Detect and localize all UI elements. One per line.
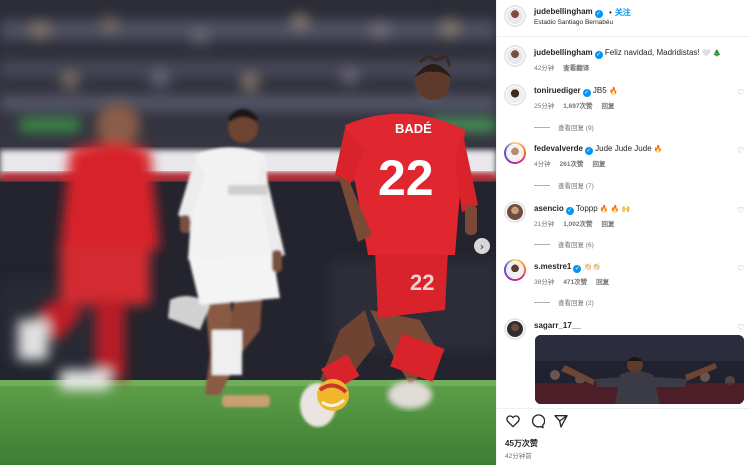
follow-button[interactable]: • 关注 [609, 7, 631, 18]
comment-text: Toppp [575, 204, 598, 213]
comment-likes[interactable]: 1,697次赞 [563, 103, 592, 110]
comment-1: toniruediger ✓ JB5 🔥 [534, 86, 618, 97]
comment-time: 4分钟 [534, 161, 551, 168]
svg-text:22: 22 [410, 270, 434, 295]
comment-3-meta: 21分钟 1,002次赞 回复 [534, 218, 624, 228]
comment-username[interactable]: sagarr_17__ [534, 321, 581, 330]
instagram-post-view: 22 22 BADÉ › judebellingham ✓ • 关注 Estad… [0, 0, 750, 465]
comment-likes[interactable]: 471次赞 [563, 279, 587, 286]
shirt-name: BADÉ [395, 121, 432, 136]
verified-icon: ✓ [573, 265, 582, 273]
caption-emoji: 🤍 🎄 [701, 49, 722, 57]
comment-avatar[interactable] [504, 318, 526, 340]
comment-image[interactable] [535, 335, 744, 404]
shirt-number: 22 [378, 150, 434, 206]
author-username[interactable]: judebellingham ✓ [534, 7, 603, 18]
reply-button[interactable]: 回复 [592, 161, 605, 168]
comment-photo-illustration [535, 335, 744, 404]
reply-divider [534, 302, 550, 303]
view-replies-2[interactable]: 查看回复 (7) [534, 180, 594, 190]
comment-time: 21分钟 [534, 221, 555, 228]
reply-button[interactable]: 回复 [596, 279, 609, 286]
comment-2-meta: 4分钟 261次赞 回复 [534, 158, 614, 168]
comment-text: Jude Jude Jude [595, 144, 652, 153]
follow-label[interactable]: 关注 [615, 8, 631, 17]
reply-button[interactable]: 回复 [602, 103, 615, 110]
view-replies-label[interactable]: 查看回复 (9) [558, 125, 594, 132]
comment-emoji: 👏🏻👏🏻 [583, 263, 602, 271]
comment-avatar[interactable] [504, 259, 526, 281]
reply-divider [534, 244, 550, 245]
next-photo-button[interactable]: › [474, 238, 490, 254]
caption-time: 42分钟 [534, 65, 555, 72]
comment-emoji: 🔥 🔥 🙌 [599, 205, 631, 213]
comment-likes[interactable]: 1,002次赞 [563, 221, 592, 228]
comment-username[interactable]: s.mestre1 [534, 262, 571, 271]
post-actions-bar: 45万次赞 42分钟前 [497, 408, 750, 465]
dot-separator: • [609, 8, 612, 17]
comment-text: JB5 [592, 86, 607, 95]
comment-time: 38分钟 [534, 279, 555, 286]
comment-5: sagarr_17__ [534, 321, 581, 330]
comment-4-meta: 38分钟 471次赞 回复 [534, 276, 618, 286]
verified-icon: ✓ [584, 147, 593, 155]
post-photo[interactable]: 22 22 BADÉ › [0, 0, 496, 465]
view-replies-label[interactable]: 查看回复 (6) [558, 242, 594, 249]
heart-icon[interactable]: ♡ [737, 146, 746, 155]
comment-icon[interactable] [529, 413, 545, 429]
verified-icon: ✓ [594, 51, 603, 59]
share-icon[interactable] [553, 413, 569, 429]
comment-avatar[interactable] [504, 201, 526, 223]
comment-3: asencio ✓ Toppp 🔥 🔥 🙌 [534, 204, 631, 215]
reply-divider [534, 127, 550, 128]
caption-text: Feliz navidad, Madridistas! [604, 48, 700, 57]
comment-username[interactable]: asencio [534, 204, 564, 213]
post-time: 42分钟前 [505, 453, 532, 460]
author-username-text[interactable]: judebellingham [534, 7, 593, 16]
reply-button[interactable]: 回复 [602, 221, 615, 228]
caption-username[interactable]: judebellingham [534, 48, 593, 57]
comment-4: s.mestre1 ✓ 👏🏻👏🏻 [534, 262, 601, 273]
verified-icon: ✓ [582, 89, 591, 97]
verified-icon: ✓ [565, 207, 574, 215]
caption-meta: 42分钟 查看翻译 [534, 62, 598, 72]
reply-divider [534, 185, 550, 186]
view-replies-3[interactable]: 查看回复 (6) [534, 239, 594, 249]
comment-emoji: 🔥 [608, 87, 618, 95]
view-replies-label[interactable]: 查看回复 (2) [558, 300, 594, 307]
heart-icon[interactable]: ♡ [737, 264, 746, 273]
match-photo-illustration: 22 22 BADÉ [0, 0, 496, 465]
post-location[interactable]: Estadio Santiago Bernabéu [534, 19, 613, 26]
verified-icon: ✓ [594, 10, 603, 18]
heart-icon[interactable]: ♡ [737, 206, 746, 215]
post-header: judebellingham ✓ • 关注 Estadio Santiago Ber… [497, 0, 750, 37]
caption-avatar[interactable] [504, 45, 526, 67]
heart-icon[interactable] [505, 413, 521, 429]
caption: judebellingham ✓ Feliz navidad, Madridist… [534, 48, 722, 59]
author-avatar[interactable] [504, 5, 526, 27]
comment-1-meta: 25分钟 1,697次赞 回复 [534, 100, 624, 110]
comment-avatar[interactable] [504, 84, 526, 106]
view-replies-4[interactable]: 查看回复 (2) [534, 297, 594, 307]
comment-emoji: 🔥 [653, 145, 663, 153]
comment-time: 25分钟 [534, 103, 555, 110]
heart-icon[interactable]: ♡ [737, 88, 746, 97]
translate-link[interactable]: 查看翻译 [563, 65, 589, 72]
chevron-right-icon: › [479, 239, 485, 253]
comment-username[interactable]: fedevalverde [534, 144, 583, 153]
comment-username[interactable]: toniruediger [534, 86, 581, 95]
comment-avatar[interactable] [504, 142, 526, 164]
view-replies-label[interactable]: 查看回复 (7) [558, 183, 594, 190]
view-replies-1[interactable]: 查看回复 (9) [534, 122, 594, 132]
comment-likes[interactable]: 261次赞 [560, 161, 584, 168]
comment-2: fedevalverde ✓ Jude Jude Jude 🔥 [534, 144, 663, 155]
like-count[interactable]: 45万次赞 [505, 438, 538, 449]
heart-icon[interactable]: ♡ [737, 323, 746, 332]
